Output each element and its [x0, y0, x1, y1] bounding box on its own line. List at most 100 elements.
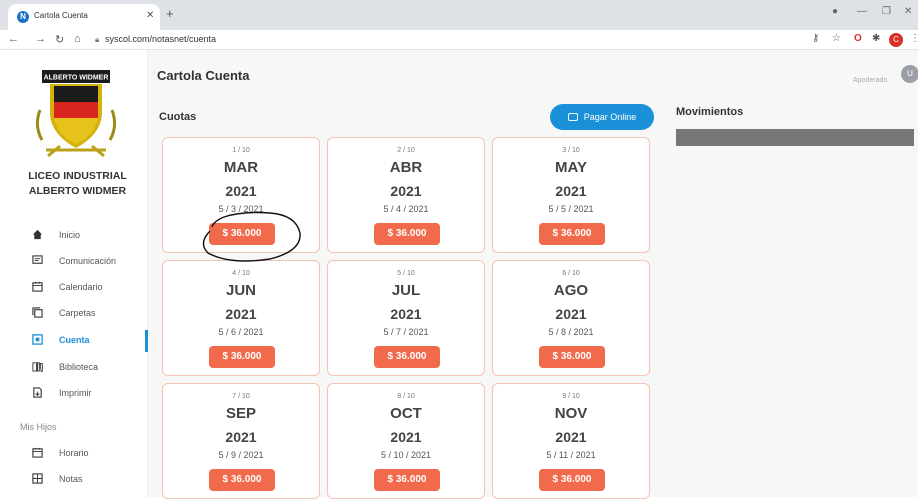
- cuota-month: MAR: [223, 159, 259, 176]
- sidebar-item-notas[interactable]: Notas: [0, 469, 148, 491]
- opera-extension-icon[interactable]: O: [854, 33, 862, 44]
- extensions-icon[interactable]: ✱: [872, 33, 880, 44]
- sidebar-item-label: Cuenta: [59, 335, 90, 345]
- cuota-date: 5 / 11 / 2021: [546, 450, 596, 460]
- cuota-month: NOV: [554, 405, 588, 422]
- pay-online-button[interactable]: Pagar Online: [550, 104, 654, 130]
- section-label-mis-hijos: Mis Hijos: [20, 422, 57, 432]
- browser-tab[interactable]: N Cartola Cuenta ✕: [8, 4, 160, 30]
- cuota-index: 6 / 10: [562, 270, 580, 277]
- svg-text:ALBERTO WIDMER: ALBERTO WIDMER: [44, 75, 109, 82]
- back-icon[interactable]: ←: [8, 33, 19, 45]
- cuota-year: 2021: [225, 306, 257, 322]
- cuota-month: ABR: [389, 159, 423, 176]
- close-tab-icon[interactable]: ✕: [146, 10, 154, 21]
- sidebar-item-label: Notas: [59, 474, 83, 484]
- cuota-index: 8 / 10: [397, 393, 415, 400]
- card-icon: [567, 113, 578, 121]
- cuota-card: 4 / 10 JUN 2021 5 / 6 / 2021 $ 36.000: [162, 260, 320, 376]
- main-content: Cartola Cuenta Apoderado U Cuotas Pagar …: [148, 50, 918, 499]
- cuota-index: 2 / 10: [397, 147, 415, 154]
- cuota-year: 2021: [390, 429, 422, 445]
- sidebar-item-label: Inicio: [59, 230, 81, 240]
- movimientos-bar: [676, 129, 914, 146]
- sidebar: ALBERTO WIDMER LICEO INDUSTRIAL ALBERTO …: [0, 50, 148, 497]
- cuotas-title: Cuotas: [159, 111, 197, 123]
- sidebar-item-comunicacion[interactable]: Comunicación: [0, 251, 148, 273]
- sidebar-item-biblioteca[interactable]: Biblioteca: [0, 357, 148, 379]
- cuota-card: 5 / 10 JUL 2021 5 / 7 / 2021 $ 36.000: [327, 260, 485, 376]
- avatar[interactable]: U: [901, 65, 918, 83]
- url-field[interactable]: syscol.com/notasnet/cuenta: [105, 34, 216, 44]
- sidebar-item-carpetas[interactable]: Carpetas: [0, 303, 148, 325]
- school-name-line1: LICEO INDUSTRIAL: [28, 170, 127, 182]
- sidebar-item-label: Biblioteca: [59, 362, 99, 372]
- cuota-year: 2021: [555, 183, 587, 199]
- print-icon: [33, 387, 42, 398]
- menu-dots-icon[interactable]: ⋮: [910, 33, 918, 44]
- sidebar-item-calendario[interactable]: Calendario: [0, 277, 148, 299]
- cuota-month: JUL: [391, 282, 421, 299]
- cuota-year: 2021: [555, 306, 587, 322]
- cuota-year: 2021: [225, 429, 257, 445]
- browser-tab-bar: N Cartola Cuenta ✕ + ● — ❐ ✕: [0, 0, 918, 30]
- cuota-date: 5 / 6 / 2021: [218, 327, 264, 337]
- sidebar-item-label: Horario: [59, 448, 89, 458]
- school-logo: ALBERTO WIDMER: [35, 70, 117, 158]
- cuota-price-button[interactable]: $ 36.000: [374, 223, 440, 245]
- calendar-icon: [32, 447, 43, 458]
- cuota-price-button[interactable]: $ 36.000: [539, 223, 605, 245]
- sidebar-item-label: Calendario: [59, 282, 103, 292]
- sidebar-item-horario[interactable]: Horario: [0, 443, 148, 465]
- pay-online-label: Pagar Online: [583, 112, 637, 122]
- new-tab-icon[interactable]: +: [166, 6, 174, 21]
- cuota-index: 5 / 10: [397, 270, 415, 277]
- sidebar-item-label: Imprimir: [59, 388, 92, 398]
- sidebar-item-inicio[interactable]: Inicio: [0, 225, 148, 247]
- cuota-card: 7 / 10 SEP 2021 5 / 9 / 2021 $ 36.000: [162, 383, 320, 499]
- reload-icon[interactable]: ↻: [55, 33, 64, 46]
- home-icon: [32, 229, 43, 240]
- sidebar-item-imprimir[interactable]: Imprimir: [0, 383, 148, 405]
- cuota-price-button[interactable]: $ 36.000: [374, 346, 440, 368]
- school-name-line2: ALBERTO WIDMER: [28, 185, 127, 197]
- address-bar: ← → ↻ ⌂ 🔒︎ syscol.com/notasnet/cuenta ⚷ …: [0, 30, 918, 50]
- home-browser-icon[interactable]: ⌂: [74, 33, 81, 45]
- cuota-index: 4 / 10: [232, 270, 250, 277]
- cuota-year: 2021: [390, 183, 422, 199]
- cuota-date: 5 / 9 / 2021: [218, 450, 264, 460]
- cuota-month: MAY: [555, 159, 587, 176]
- cuota-price-button[interactable]: $ 36.000: [209, 469, 275, 491]
- user-avatar-icon[interactable]: C: [889, 33, 903, 47]
- forward-icon[interactable]: →: [35, 33, 46, 45]
- tab-title: Cartola Cuenta: [34, 11, 88, 20]
- grid-icon: [32, 473, 43, 484]
- cuota-price-button[interactable]: $ 36.000: [209, 346, 275, 368]
- cuota-index: 7 / 10: [232, 393, 250, 400]
- maximize-icon[interactable]: ❐: [882, 6, 891, 17]
- minimize-icon[interactable]: —: [857, 6, 867, 17]
- sidebar-item-label: Carpetas: [59, 308, 96, 318]
- cuota-year: 2021: [390, 306, 422, 322]
- cuota-date: 5 / 5 / 2021: [548, 204, 594, 214]
- message-icon: [32, 255, 43, 264]
- cuota-price-button[interactable]: $ 36.000: [539, 469, 605, 491]
- profile-icon[interactable]: ●: [832, 6, 838, 17]
- cuota-price-button[interactable]: $ 36.000: [539, 346, 605, 368]
- cuota-date: 5 / 10 / 2021: [380, 450, 432, 460]
- bookmark-star-icon[interactable]: ☆: [832, 33, 841, 44]
- cuota-index: 3 / 10: [562, 147, 580, 154]
- school-name: LICEO INDUSTRIAL ALBERTO WIDMER: [0, 169, 155, 199]
- key-icon[interactable]: ⚷: [812, 33, 819, 44]
- cuota-card: 3 / 10 MAY 2021 5 / 5 / 2021 $ 36.000: [492, 137, 650, 253]
- cuota-month: OCT: [390, 405, 422, 422]
- user-role-label: Apoderado: [853, 77, 888, 84]
- cuota-month: SEP: [225, 405, 256, 422]
- close-window-icon[interactable]: ✕: [904, 6, 912, 17]
- cuota-year: 2021: [225, 183, 257, 199]
- cuota-price-button[interactable]: $ 36.000: [374, 469, 440, 491]
- cuota-month: JUN: [225, 282, 256, 299]
- cuota-card: 8 / 10 OCT 2021 5 / 10 / 2021 $ 36.000: [327, 383, 485, 499]
- account-icon: [32, 334, 43, 345]
- sidebar-item-cuenta[interactable]: Cuenta: [0, 330, 148, 352]
